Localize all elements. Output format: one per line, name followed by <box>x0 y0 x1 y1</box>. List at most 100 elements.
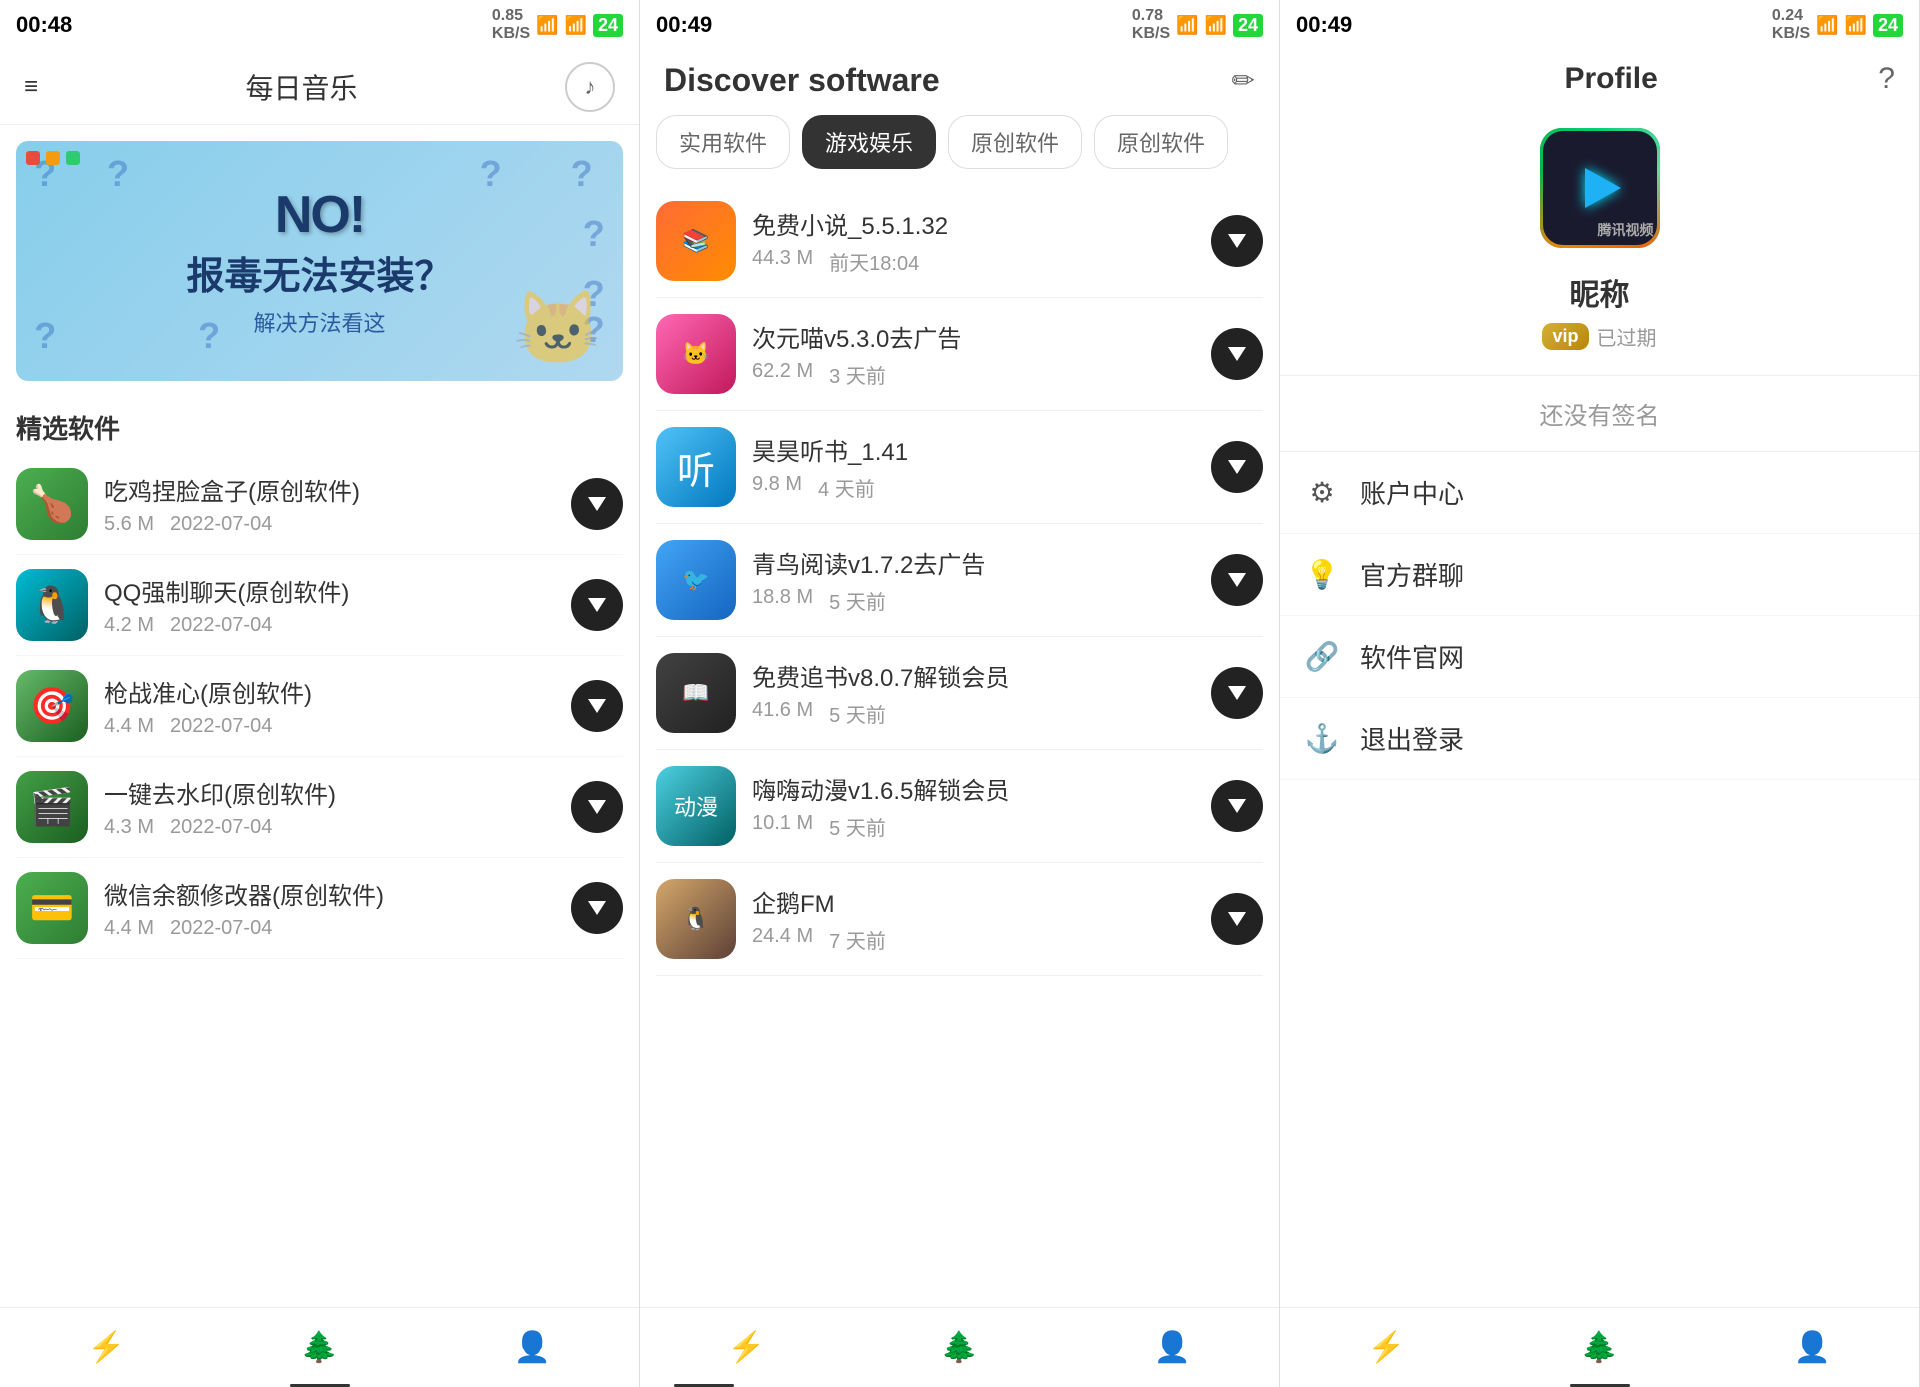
cat-tab-original2[interactable]: 原创软件 <box>1094 115 1228 169</box>
hamburger-menu-icon[interactable]: ≡ <box>24 73 38 101</box>
menu-row-0[interactable]: ⚙ 账户中心 <box>1280 452 1919 534</box>
bottom-nav-1: ⚡ 🌲 👤 <box>0 1307 639 1387</box>
app-icon-1: 🐧 <box>16 569 88 641</box>
help-icon[interactable]: ? <box>1878 62 1895 96</box>
download-btn-1[interactable] <box>571 579 623 631</box>
sw-name-2: 昊昊听书_1.41 <box>752 432 1195 467</box>
sw-icon-text-5: 动漫 <box>674 790 718 822</box>
sw-item: 📚 免费小说_5.5.1.32 44.3 M 前天18:04 <box>656 185 1263 298</box>
panel-music: 00:48 0.85KB/S 📶 📶 24 ≡ 每日音乐 ♪ ? ? ? ? ?… <box>0 0 640 1387</box>
download-btn-2[interactable] <box>571 680 623 732</box>
app-icon-emoji-4: 💳 <box>30 887 75 929</box>
app-size-3: 4.3 M <box>104 816 154 839</box>
sw-icon-4: 📖 <box>656 653 736 733</box>
nav-item-user-1[interactable]: 👤 <box>426 1330 639 1365</box>
cat-tab-games[interactable]: 游戏娱乐 <box>802 115 936 169</box>
sw-download-arrow-1 <box>1228 347 1246 361</box>
sw-name-5: 嗨嗨动漫v1.6.5解锁会员 <box>752 771 1195 806</box>
sw-info-2: 昊昊听书_1.41 9.8 M 4 天前 <box>752 432 1195 502</box>
app-info-0: 吃鸡捏脸盒子(原创软件) 5.6 M 2022-07-04 <box>104 472 555 536</box>
network-speed-2: 0.78KB/S <box>1132 7 1170 43</box>
user-icon-3: 👤 <box>1794 1330 1831 1365</box>
sw-download-btn-5[interactable] <box>1211 780 1263 832</box>
app-size-1: 4.2 M <box>104 614 154 637</box>
sw-download-btn-4[interactable] <box>1211 667 1263 719</box>
download-btn-4[interactable] <box>571 882 623 934</box>
download-arrow-4 <box>588 901 606 915</box>
app-item: 🎬 一键去水印(原创软件) 4.3 M 2022-07-04 <box>16 757 623 858</box>
music-btn[interactable]: ♪ <box>565 62 615 112</box>
sw-download-btn-3[interactable] <box>1211 554 1263 606</box>
app-icon-0: 🍗 <box>16 468 88 540</box>
sw-size-1: 62.2 M <box>752 360 813 389</box>
profile-menu-list: ⚙ 账户中心 💡 官方群聊 🔗 软件官网 ⚓ 退出登录 <box>1280 452 1919 1307</box>
status-icons-2: 0.78KB/S 📶 📶 24 <box>1132 7 1263 43</box>
menu-row-3[interactable]: ⚓ 退出登录 <box>1280 698 1919 780</box>
sw-size-5: 10.1 M <box>752 812 813 841</box>
sw-download-btn-0[interactable] <box>1211 215 1263 267</box>
nav-item-flash-3[interactable]: ⚡ <box>1280 1330 1493 1365</box>
sw-info-5: 嗨嗨动漫v1.6.5解锁会员 10.1 M 5 天前 <box>752 771 1195 841</box>
app-name-4: 微信余额修改器(原创软件) <box>104 876 555 911</box>
sw-download-btn-6[interactable] <box>1211 893 1263 945</box>
app-date-4: 2022-07-04 <box>170 917 272 940</box>
network-speed-3: 0.24KB/S <box>1772 7 1810 43</box>
battery-label-1: 24 <box>593 14 623 37</box>
menu-row-2[interactable]: 🔗 软件官网 <box>1280 616 1919 698</box>
app-icon-3: 🎬 <box>16 771 88 843</box>
app-info-1: QQ强制聊天(原创软件) 4.2 M 2022-07-04 <box>104 573 555 637</box>
sw-info-4: 免费追书v8.0.7解锁会员 41.6 M 5 天前 <box>752 658 1195 728</box>
download-btn-0[interactable] <box>571 478 623 530</box>
sw-icon-text-0: 📚 <box>682 228 709 254</box>
cat-tab-original1[interactable]: 原创软件 <box>948 115 1082 169</box>
signal-icon-2: 📶 <box>1205 15 1227 36</box>
app-icon-emoji-2: 🎯 <box>30 685 75 727</box>
nav-item-user-3[interactable]: 👤 <box>1706 1330 1919 1365</box>
flash-icon-1: ⚡ <box>88 1330 125 1365</box>
user-icon-1: 👤 <box>514 1330 551 1365</box>
nav-item-flash-1[interactable]: ⚡ <box>0 1330 213 1365</box>
sw-name-3: 青鸟阅读v1.7.2去广告 <box>752 545 1195 580</box>
nav-item-tree-1[interactable]: 🌲 <box>213 1330 426 1365</box>
avatar: 腾讯视频 <box>1540 128 1660 248</box>
menu-row-1[interactable]: 💡 官方群聊 <box>1280 534 1919 616</box>
app-name-1: QQ强制聊天(原创软件) <box>104 573 555 608</box>
sw-info-0: 免费小说_5.5.1.32 44.3 M 前天18:04 <box>752 206 1195 276</box>
nav-item-tree-2[interactable]: 🌲 <box>853 1330 1066 1365</box>
sw-size-6: 24.4 M <box>752 925 813 954</box>
edit-icon[interactable]: ✏ <box>1232 64 1255 97</box>
app-icon-emoji-3: 🎬 <box>30 786 75 828</box>
menu-icon-2: 🔗 <box>1304 640 1340 673</box>
tree-icon-3: 🌲 <box>1581 1330 1618 1365</box>
sw-download-btn-2[interactable] <box>1211 441 1263 493</box>
nav-item-flash-2[interactable]: ⚡ <box>640 1330 853 1365</box>
download-btn-3[interactable] <box>571 781 623 833</box>
expired-text: 已过期 <box>1597 322 1657 351</box>
sw-item: 🐧 企鹅FM 24.4 M 7 天前 <box>656 863 1263 976</box>
menu-icon-3: ⚓ <box>1304 722 1340 755</box>
sw-item: 🐦 青鸟阅读v1.7.2去广告 18.8 M 5 天前 <box>656 524 1263 637</box>
menu-label-3: 退出登录 <box>1360 720 1464 757</box>
nav-item-user-2[interactable]: 👤 <box>1066 1330 1279 1365</box>
sw-icon-5: 动漫 <box>656 766 736 846</box>
network-speed-1: 0.85KB/S <box>492 7 530 43</box>
app-info-3: 一键去水印(原创软件) 4.3 M 2022-07-04 <box>104 775 555 839</box>
download-arrow-1 <box>588 598 606 612</box>
cat-illustration: 🐱 <box>513 286 603 371</box>
banner-content: NO! 报毒无法安装？ 解决方法看这 <box>186 185 452 338</box>
sw-icon-3: 🐦 <box>656 540 736 620</box>
app-name-2: 枪战准心(原创软件) <box>104 674 555 709</box>
user-icon-2: 👤 <box>1154 1330 1191 1365</box>
tencent-label: 腾讯视频 <box>1598 220 1654 240</box>
nav-item-tree-3[interactable]: 🌲 <box>1493 1330 1706 1365</box>
sw-meta-2: 9.8 M 4 天前 <box>752 473 1195 502</box>
status-icons-1: 0.85KB/S 📶 📶 24 <box>492 7 623 43</box>
sw-meta-6: 24.4 M 7 天前 <box>752 925 1195 954</box>
sw-download-btn-1[interactable] <box>1211 328 1263 380</box>
cat-tab-utility[interactable]: 实用软件 <box>656 115 790 169</box>
software-list: 📚 免费小说_5.5.1.32 44.3 M 前天18:04 🐱 次元喵v5.3… <box>640 185 1279 1307</box>
sw-size-0: 44.3 M <box>752 247 813 276</box>
banner-image[interactable]: ? ? ? ? ? ? ? ? ? NO! 报毒无法安装？ 解决方法看这 🐱 <box>16 141 623 381</box>
sw-item: 🐱 次元喵v5.3.0去广告 62.2 M 3 天前 <box>656 298 1263 411</box>
app-date-1: 2022-07-04 <box>170 614 272 637</box>
